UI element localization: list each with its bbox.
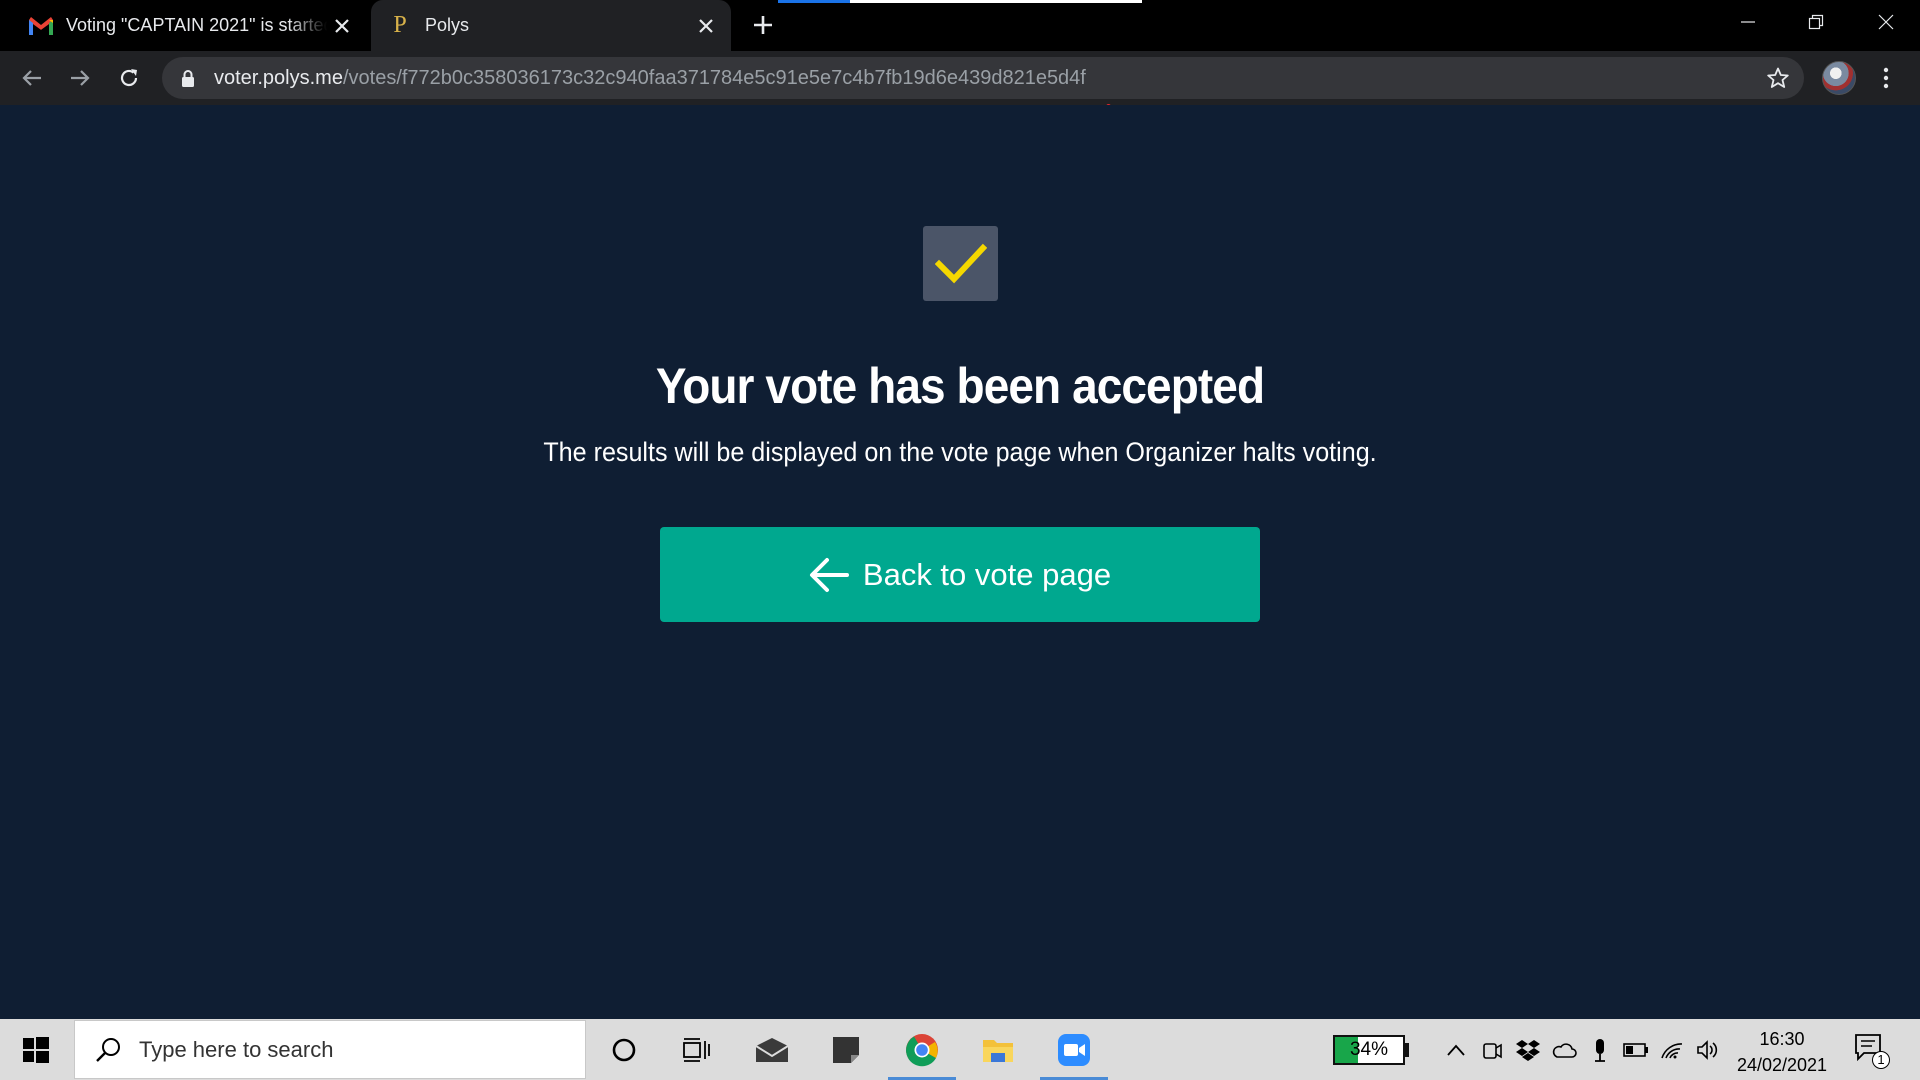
- address-bar[interactable]: voter.polys.me/votes/f772b0c358036173c32…: [162, 57, 1804, 99]
- close-tab-icon[interactable]: [327, 11, 357, 41]
- tab-title: Polys: [425, 15, 470, 35]
- clock-time: 16:30: [1759, 1029, 1805, 1049]
- windows-taskbar: Type here to search 34% 16:30 24/02/2021…: [0, 1019, 1920, 1080]
- polys-p-icon: P: [387, 12, 413, 39]
- profile-avatar[interactable]: [1822, 61, 1856, 95]
- browser-toolbar: voter.polys.me/votes/f772b0c358036173c32…: [0, 51, 1920, 105]
- chevron-up-icon: [1447, 1044, 1465, 1056]
- page-content: Your vote has been accepted The results …: [0, 105, 1920, 1019]
- taskbar-clock[interactable]: 16:30 24/02/2021: [1722, 1026, 1842, 1078]
- tab-title: Voting "CAPTAIN 2021" is started: [66, 15, 327, 35]
- gmail-icon: [28, 13, 54, 39]
- close-window-button[interactable]: [1852, 0, 1920, 44]
- back-button-label: Back to vote page: [862, 556, 1112, 592]
- speaker-icon: [1697, 1039, 1718, 1060]
- close-icon: [1878, 14, 1894, 30]
- clock-date: 24/02/2021: [1736, 1055, 1828, 1075]
- dropbox-icon: [1516, 1039, 1540, 1061]
- folder-icon: [983, 1039, 1013, 1062]
- tab-gmail[interactable]: Voting "CAPTAIN 2021" is started: [12, 0, 367, 51]
- action-center-button[interactable]: 1: [1854, 1033, 1890, 1069]
- minimize-button[interactable]: [1714, 0, 1782, 44]
- close-tab-icon[interactable]: [691, 11, 721, 41]
- minimize-icon: [1741, 21, 1755, 23]
- zoom-icon: [1058, 1033, 1090, 1066]
- loading-indicator: [778, 0, 850, 3]
- task-view-button[interactable]: [660, 1019, 732, 1080]
- new-tab-button[interactable]: [748, 10, 778, 40]
- task-view-icon: [683, 1037, 710, 1062]
- cortana-circle-icon: [612, 1038, 636, 1061]
- loading-indicator-track: [850, 0, 1142, 3]
- tray-battery[interactable]: [1618, 1019, 1654, 1080]
- arrow-left-icon: [22, 70, 41, 86]
- kebab-menu-icon: [1883, 67, 1889, 89]
- success-check-box: [923, 226, 998, 301]
- mail-app-button[interactable]: [736, 1019, 808, 1080]
- back-button[interactable]: [16, 62, 48, 94]
- chrome-app-button[interactable]: [886, 1019, 958, 1080]
- wifi-icon: [1661, 1042, 1683, 1058]
- plus-icon: [754, 16, 772, 34]
- bookmark-star-icon[interactable]: [1766, 66, 1790, 90]
- arrow-right-icon: [71, 70, 90, 86]
- battery-icon: [1623, 1042, 1648, 1057]
- windows-logo-icon: [23, 1036, 49, 1063]
- tray-volume[interactable]: [1690, 1019, 1726, 1080]
- notification-count-badge: 1: [1872, 1051, 1890, 1069]
- page-title: Your vote has been accepted: [655, 358, 1265, 414]
- browser-tab-bar: Voting "CAPTAIN 2021" is started P Polys: [0, 0, 1920, 51]
- lock-icon: [178, 68, 198, 88]
- reload-button[interactable]: [113, 62, 145, 94]
- mail-icon: [755, 1037, 789, 1062]
- forward-button[interactable]: [64, 62, 96, 94]
- camera-icon: [1483, 1042, 1502, 1059]
- tab-polys[interactable]: P Polys: [371, 0, 731, 51]
- sticky-notes-button[interactable]: [810, 1019, 882, 1080]
- microphone-icon: [1595, 1038, 1605, 1062]
- polys-favicon-letter: P: [393, 12, 407, 38]
- search-icon: [96, 1037, 120, 1062]
- reload-icon: [120, 69, 138, 87]
- chrome-icon: [906, 1033, 938, 1066]
- cloud-icon: [1552, 1042, 1577, 1058]
- start-button[interactable]: [0, 1019, 72, 1080]
- tray-dropbox[interactable]: [1510, 1019, 1546, 1080]
- arrow-left-icon: [809, 555, 849, 595]
- battery-percentage-indicator: 34%: [1333, 1035, 1405, 1065]
- battery-percentage-label: 34%: [1349, 1039, 1389, 1060]
- tray-onedrive[interactable]: [1546, 1019, 1582, 1080]
- taskbar-search-box[interactable]: Type here to search: [74, 1020, 586, 1079]
- page-subtitle: The results will be displayed on the vot…: [543, 437, 1377, 467]
- battery-tip: [1405, 1043, 1409, 1057]
- show-hidden-icons-button[interactable]: [1438, 1019, 1474, 1080]
- restore-icon: [1808, 14, 1824, 30]
- zoom-app-button[interactable]: [1038, 1019, 1110, 1080]
- tray-meet-now[interactable]: [1474, 1019, 1510, 1080]
- browser-menu-button[interactable]: [1874, 63, 1898, 93]
- search-placeholder: Type here to search: [139, 1036, 334, 1062]
- restore-button[interactable]: [1782, 0, 1850, 44]
- checkmark-icon: [934, 243, 987, 283]
- tray-wifi[interactable]: [1654, 1019, 1690, 1080]
- cortana-button[interactable]: [588, 1019, 660, 1080]
- tray-microphone[interactable]: [1582, 1019, 1618, 1080]
- sticky-note-icon: [833, 1036, 859, 1063]
- url-host: voter.polys.me: [214, 66, 343, 89]
- url-path: /votes/f772b0c358036173c32c940faa371784e…: [342, 66, 1086, 89]
- file-explorer-button[interactable]: [962, 1019, 1034, 1080]
- back-to-vote-page-button[interactable]: Back to vote page: [660, 527, 1260, 622]
- url-text: voter.polys.me/votes/f772b0c358036173c32…: [214, 67, 1086, 90]
